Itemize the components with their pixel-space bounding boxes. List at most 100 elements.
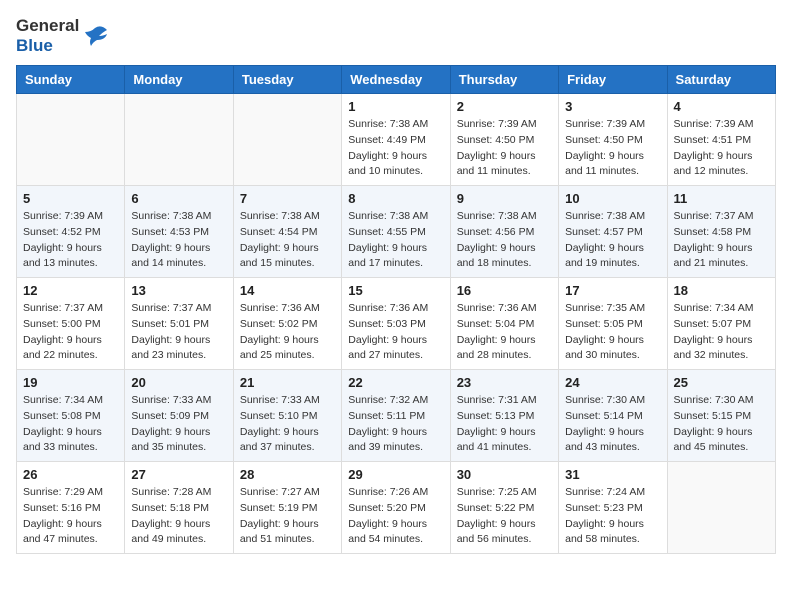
calendar-cell: 18 Sunrise: 7:34 AMSunset: 5:07 PMDayligh… [667,278,775,370]
calendar-cell: 2 Sunrise: 7:39 AMSunset: 4:50 PMDaylight… [450,94,558,186]
day-number: 22 [348,375,443,390]
calendar-cell: 25Sunrise: 7:30 AMSunset: 5:15 PMDayligh… [667,370,775,462]
calendar-cell: 9Sunrise: 7:38 AMSunset: 4:56 PMDaylight… [450,186,558,278]
day-info: Sunrise: 7:39 AMSunset: 4:52 PMDaylight:… [23,209,118,272]
day-info: Sunrise: 7:24 AMSunset: 5:23 PMDaylight:… [565,485,660,548]
day-info: Sunrise: 7:30 AMSunset: 5:14 PMDaylight:… [565,393,660,456]
calendar-week-row-4: 19 Sunrise: 7:34 AMSunset: 5:08 PMDayligh… [17,370,776,462]
day-number: 31 [565,467,660,482]
day-info: Sunrise: 7:28 AMSunset: 5:18 PMDaylight:… [131,485,226,548]
day-number: 5 [23,191,118,206]
day-number: 10 [565,191,660,206]
day-info: Sunrise: 7:38 AMSunset: 4:53 PMDaylight:… [131,209,226,272]
day-number: 14 [240,283,335,298]
day-number: 8 [348,191,443,206]
calendar-week-row-2: 5 Sunrise: 7:39 AMSunset: 4:52 PMDaylight… [17,186,776,278]
calendar-cell: 17 Sunrise: 7:35 AMSunset: 5:05 PMDayligh… [559,278,667,370]
day-number: 20 [131,375,226,390]
calendar-cell: 26Sunrise: 7:29 AMSunset: 5:16 PMDayligh… [17,462,125,554]
weekday-header-thursday: Thursday [450,66,558,94]
day-number: 25 [674,375,769,390]
calendar-cell: 19 Sunrise: 7:34 AMSunset: 5:08 PMDayligh… [17,370,125,462]
calendar-cell [667,462,775,554]
calendar-cell: 23 Sunrise: 7:31 AMSunset: 5:13 PMDayligh… [450,370,558,462]
day-number: 24 [565,375,660,390]
day-number: 30 [457,467,552,482]
day-number: 18 [674,283,769,298]
weekday-header-wednesday: Wednesday [342,66,450,94]
day-info: Sunrise: 7:33 AMSunset: 5:10 PMDaylight:… [240,393,335,456]
calendar-cell: 14 Sunrise: 7:36 AMSunset: 5:02 PMDayligh… [233,278,341,370]
day-info: Sunrise: 7:35 AMSunset: 5:05 PMDaylight:… [565,301,660,364]
day-number: 29 [348,467,443,482]
calendar-cell: 7Sunrise: 7:38 AMSunset: 4:54 PMDaylight… [233,186,341,278]
calendar-cell: 4Sunrise: 7:39 AMSunset: 4:51 PMDaylight… [667,94,775,186]
day-info: Sunrise: 7:34 AMSunset: 5:08 PMDaylight:… [23,393,118,456]
logo-blue-text: Blue [16,36,79,56]
calendar-week-row-3: 12Sunrise: 7:37 AMSunset: 5:00 PMDayligh… [17,278,776,370]
day-info: Sunrise: 7:31 AMSunset: 5:13 PMDaylight:… [457,393,552,456]
weekday-header-row: SundayMondayTuesdayWednesdayThursdayFrid… [17,66,776,94]
calendar-cell: 15Sunrise: 7:36 AMSunset: 5:03 PMDayligh… [342,278,450,370]
calendar-cell: 11 Sunrise: 7:37 AMSunset: 4:58 PMDayligh… [667,186,775,278]
day-number: 28 [240,467,335,482]
logo-general-text: General [16,16,79,36]
day-info: Sunrise: 7:26 AMSunset: 5:20 PMDaylight:… [348,485,443,548]
calendar-cell: 10 Sunrise: 7:38 AMSunset: 4:57 PMDayligh… [559,186,667,278]
calendar-cell: 1 Sunrise: 7:38 AMSunset: 4:49 PMDaylight… [342,94,450,186]
day-number: 16 [457,283,552,298]
calendar-cell: 3 Sunrise: 7:39 AMSunset: 4:50 PMDaylight… [559,94,667,186]
page-header: General Blue [16,16,776,55]
calendar-cell: 29 Sunrise: 7:26 AMSunset: 5:20 PMDayligh… [342,462,450,554]
calendar-cell: 27 Sunrise: 7:28 AMSunset: 5:18 PMDayligh… [125,462,233,554]
calendar-week-row-1: 1 Sunrise: 7:38 AMSunset: 4:49 PMDaylight… [17,94,776,186]
day-number: 1 [348,99,443,114]
day-number: 2 [457,99,552,114]
weekday-header-monday: Monday [125,66,233,94]
day-info: Sunrise: 7:39 AMSunset: 4:50 PMDaylight:… [565,117,660,180]
logo-bird-icon [81,22,109,50]
calendar-cell: 28 Sunrise: 7:27 AMSunset: 5:19 PMDayligh… [233,462,341,554]
calendar-cell: 12Sunrise: 7:37 AMSunset: 5:00 PMDayligh… [17,278,125,370]
calendar-cell [125,94,233,186]
calendar-table: SundayMondayTuesdayWednesdayThursdayFrid… [16,65,776,554]
day-info: Sunrise: 7:25 AMSunset: 5:22 PMDaylight:… [457,485,552,548]
day-number: 19 [23,375,118,390]
day-number: 21 [240,375,335,390]
calendar-cell: 20Sunrise: 7:33 AMSunset: 5:09 PMDayligh… [125,370,233,462]
calendar-cell: 21 Sunrise: 7:33 AMSunset: 5:10 PMDayligh… [233,370,341,462]
calendar-cell: 22 Sunrise: 7:32 AMSunset: 5:11 PMDayligh… [342,370,450,462]
day-number: 17 [565,283,660,298]
day-info: Sunrise: 7:36 AMSunset: 5:02 PMDaylight:… [240,301,335,364]
day-info: Sunrise: 7:38 AMSunset: 4:57 PMDaylight:… [565,209,660,272]
calendar-week-row-5: 26Sunrise: 7:29 AMSunset: 5:16 PMDayligh… [17,462,776,554]
day-number: 6 [131,191,226,206]
weekday-header-saturday: Saturday [667,66,775,94]
calendar-cell: 24 Sunrise: 7:30 AMSunset: 5:14 PMDayligh… [559,370,667,462]
day-info: Sunrise: 7:38 AMSunset: 4:54 PMDaylight:… [240,209,335,272]
day-number: 13 [131,283,226,298]
day-number: 11 [674,191,769,206]
day-info: Sunrise: 7:38 AMSunset: 4:49 PMDaylight:… [348,117,443,180]
day-number: 27 [131,467,226,482]
day-number: 15 [348,283,443,298]
day-number: 9 [457,191,552,206]
day-info: Sunrise: 7:39 AMSunset: 4:50 PMDaylight:… [457,117,552,180]
calendar-cell: 5 Sunrise: 7:39 AMSunset: 4:52 PMDaylight… [17,186,125,278]
calendar-cell [17,94,125,186]
weekday-header-tuesday: Tuesday [233,66,341,94]
day-number: 26 [23,467,118,482]
day-info: Sunrise: 7:32 AMSunset: 5:11 PMDaylight:… [348,393,443,456]
calendar-cell: 6 Sunrise: 7:38 AMSunset: 4:53 PMDaylight… [125,186,233,278]
calendar-cell: 31 Sunrise: 7:24 AMSunset: 5:23 PMDayligh… [559,462,667,554]
day-info: Sunrise: 7:27 AMSunset: 5:19 PMDaylight:… [240,485,335,548]
day-number: 3 [565,99,660,114]
calendar-cell: 8Sunrise: 7:38 AMSunset: 4:55 PMDaylight… [342,186,450,278]
day-info: Sunrise: 7:37 AMSunset: 5:01 PMDaylight:… [131,301,226,364]
day-info: Sunrise: 7:37 AMSunset: 4:58 PMDaylight:… [674,209,769,272]
day-number: 23 [457,375,552,390]
logo: General Blue [16,16,109,55]
calendar-cell: 13 Sunrise: 7:37 AMSunset: 5:01 PMDayligh… [125,278,233,370]
day-info: Sunrise: 7:37 AMSunset: 5:00 PMDaylight:… [23,301,118,364]
day-info: Sunrise: 7:34 AMSunset: 5:07 PMDaylight:… [674,301,769,364]
